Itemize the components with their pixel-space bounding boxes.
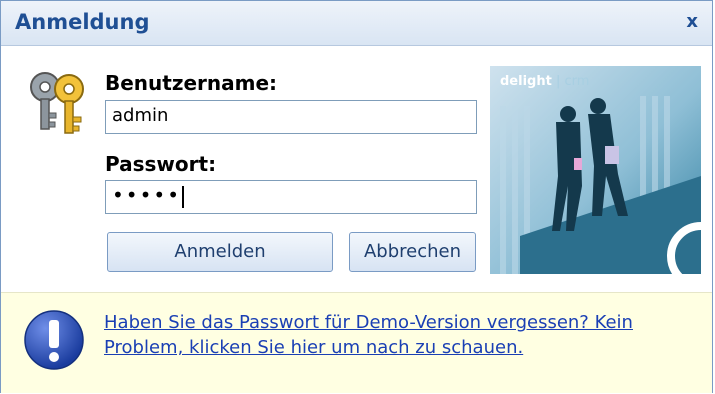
keys-icon	[30, 72, 84, 134]
username-label: Benutzername:	[105, 71, 278, 95]
forgot-password-link[interactable]: Haben Sie das Passwort für Demo-Version …	[104, 310, 704, 360]
password-label: Passwort:	[105, 152, 217, 176]
dialog-title: Anmeldung	[15, 10, 150, 34]
username-input[interactable]: admin	[105, 100, 477, 134]
password-input[interactable]: •••••	[105, 180, 477, 214]
promo-brand: delight | crm	[500, 74, 589, 89]
close-icon[interactable]: x	[686, 11, 698, 32]
promo-product: crm	[564, 74, 590, 89]
title-bar: Anmeldung x	[1, 1, 712, 46]
cancel-button[interactable]: Abbrechen	[349, 232, 476, 272]
promo-image: delight | crm	[490, 66, 701, 274]
login-dialog: Anmeldung x Benutzername: admin Passwort…	[0, 0, 713, 393]
info-banner: Haben Sie das Passwort für Demo-Version …	[1, 292, 712, 393]
promo-illustration	[500, 96, 701, 274]
password-mask: •••••	[112, 183, 181, 207]
exclamation-icon	[24, 310, 84, 370]
text-caret	[181, 185, 184, 208]
login-button[interactable]: Anmelden	[107, 232, 333, 272]
promo-brand-name: delight	[500, 74, 552, 89]
promo-separator: |	[551, 74, 565, 89]
